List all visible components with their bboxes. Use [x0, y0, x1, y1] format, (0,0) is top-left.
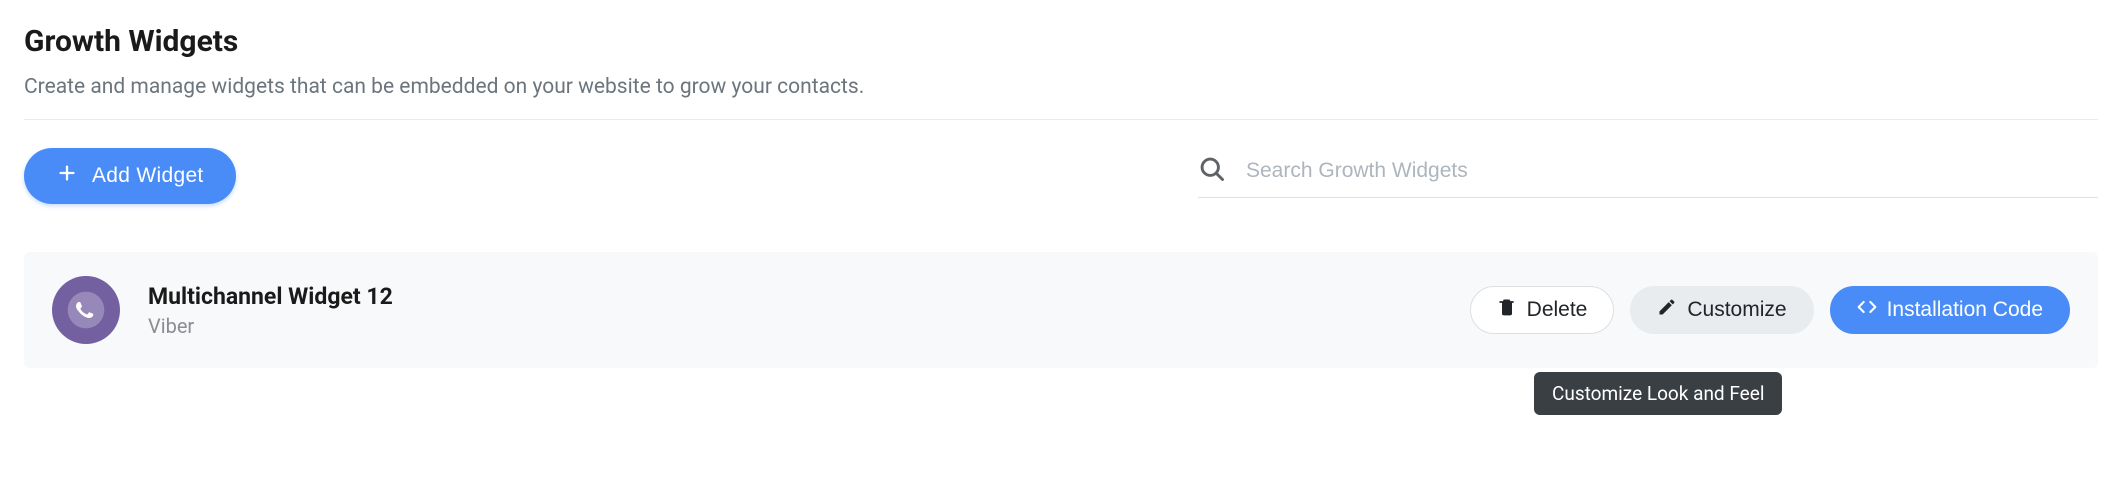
customize-label: Customize — [1687, 298, 1786, 322]
trash-icon — [1497, 297, 1517, 323]
page-description: Create and manage widgets that can be em… — [24, 75, 2098, 99]
widget-actions: Delete Customize Installation Code — [1470, 286, 2070, 334]
widget-info: Multichannel Widget 12 Viber — [148, 283, 1470, 338]
widget-row: Multichannel Widget 12 Viber Delete Cust… — [24, 252, 2098, 368]
plus-icon — [56, 162, 78, 190]
search-container — [1198, 155, 2098, 198]
widget-list: Multichannel Widget 12 Viber Delete Cust… — [24, 252, 2098, 368]
add-widget-label: Add Widget — [92, 164, 204, 188]
customize-tooltip: Customize Look and Feel — [1534, 372, 1782, 415]
installation-code-label: Installation Code — [1887, 298, 2043, 322]
add-widget-button[interactable]: Add Widget — [24, 148, 236, 204]
delete-label: Delete — [1527, 298, 1588, 322]
customize-button[interactable]: Customize — [1630, 286, 1813, 334]
divider — [24, 119, 2098, 120]
widget-channel: Viber — [148, 314, 1470, 338]
delete-button[interactable]: Delete — [1470, 286, 1615, 334]
pencil-icon — [1657, 297, 1677, 323]
search-icon — [1198, 155, 1226, 187]
search-input[interactable] — [1246, 159, 2098, 183]
installation-code-button[interactable]: Installation Code — [1830, 286, 2070, 334]
code-icon — [1857, 297, 1877, 323]
action-bar: Add Widget — [24, 148, 2098, 204]
viber-icon — [52, 276, 120, 344]
widget-name: Multichannel Widget 12 — [148, 283, 1470, 310]
page-title: Growth Widgets — [24, 24, 2098, 59]
